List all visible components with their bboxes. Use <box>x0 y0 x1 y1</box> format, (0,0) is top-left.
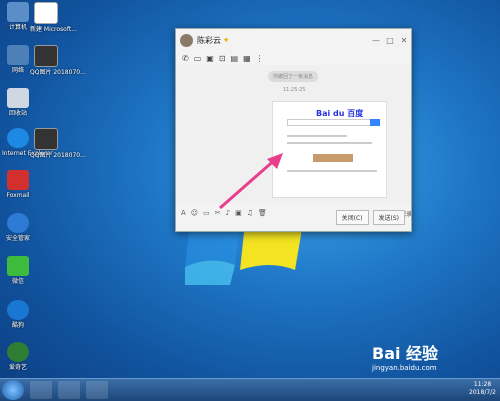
video-icon[interactable]: ▭ <box>194 54 202 63</box>
screenshot-thumbnail <box>313 154 353 162</box>
desktop-icon-kugou[interactable]: 酷狗 <box>2 300 34 329</box>
image-icon <box>34 45 58 67</box>
recycle-bin-icon <box>7 88 29 108</box>
system-message: 你撤回了一条消息 <box>268 71 319 82</box>
clock-time: 11:28 <box>473 381 492 388</box>
start-button[interactable] <box>2 380 24 400</box>
screenshot-search-button <box>370 119 380 126</box>
computer-icon <box>7 2 29 22</box>
annotation-arrow <box>219 153 283 210</box>
chat-messages: 你撤回了一条消息 11:25:25 Bai du 百度 <box>176 65 411 203</box>
clock[interactable]: 11:28 2018/7/2 <box>469 381 496 397</box>
desktop-icon-recycle-bin[interactable]: 回收站 <box>2 88 34 117</box>
chat-toolbar: ✆ ▭ ▣ ⊡ ▤ ▦ ⋮ <box>176 51 411 65</box>
ie-icon <box>7 128 29 148</box>
baidu-logo: Bai du 百度 <box>316 109 364 118</box>
taskbar-ie[interactable] <box>30 381 52 399</box>
file-icon[interactable]: ▤ <box>231 54 239 63</box>
font-icon[interactable]: A <box>181 209 186 217</box>
more-icon[interactable]: ⋮ <box>256 54 264 63</box>
screenshot-search-bar <box>287 119 375 126</box>
watermark-url: jingyan.baidu.com <box>372 364 437 372</box>
taskbar-app-2[interactable] <box>86 381 108 399</box>
desktop-icon-qq-image-1[interactable]: QQ图片 2018070... <box>30 45 86 76</box>
desktop-icon-iqiyi[interactable]: 爱奇艺 <box>2 342 34 371</box>
kugou-icon <box>7 300 29 320</box>
taskbar: 11:28 2018/7/2 <box>0 378 500 401</box>
message-time: 11:25:25 <box>283 87 306 93</box>
image-icon <box>34 128 58 150</box>
watermark-logo: Bai 经验 <box>372 344 439 363</box>
taskbar-app-1[interactable] <box>58 381 80 399</box>
desktop-icon-security[interactable]: 安全管家 <box>2 213 34 242</box>
security-icon <box>7 213 29 233</box>
iqiyi-icon <box>7 342 29 362</box>
screen-share-icon[interactable]: ▣ <box>206 54 214 63</box>
screenshot-line <box>287 135 347 137</box>
remote-icon[interactable]: ⊡ <box>219 54 226 63</box>
send-button[interactable]: 发送(S) <box>372 210 405 225</box>
network-icon <box>7 45 29 65</box>
clock-date: 2018/7/2 <box>469 389 496 396</box>
document-icon <box>34 2 58 24</box>
desktop-icon-new-doc[interactable]: 新建 Microsoft... <box>30 2 77 33</box>
star-icon: ★ <box>223 36 230 44</box>
chat-titlebar: 陈彩云 ★ — □ ✕ <box>176 29 411 51</box>
close-button[interactable]: 关闭(C) <box>335 210 369 225</box>
app-icon[interactable]: ▦ <box>243 54 251 63</box>
emoji-icon[interactable]: ☺ <box>191 209 198 217</box>
screenshot-line <box>287 170 377 172</box>
desktop-icon-qq-image-2[interactable]: QQ图片 2018070... <box>30 128 86 159</box>
desktop-icon-foxmail[interactable]: Foxmail <box>2 170 34 199</box>
foxmail-icon <box>7 170 29 190</box>
desktop-icon-wechat[interactable]: 微信 <box>2 256 34 285</box>
watermark: Bai 经验 jingyan.baidu.com <box>372 340 438 372</box>
screenshot-line <box>287 142 372 144</box>
avatar[interactable] <box>180 33 193 47</box>
close-icon[interactable]: ✕ <box>397 36 411 45</box>
chat-window: 陈彩云 ★ — □ ✕ ✆ ▭ ▣ ⊡ ▤ ▦ ⋮ 你撤回了一条消息 11:25… <box>175 28 412 232</box>
minimize-icon[interactable]: — <box>369 36 383 45</box>
wechat-icon <box>7 256 29 276</box>
gif-icon[interactable]: ▭ <box>203 209 210 217</box>
maximize-icon[interactable]: □ <box>383 36 397 45</box>
phone-icon[interactable]: ✆ <box>182 54 189 63</box>
chat-title: 陈彩云 <box>197 35 221 45</box>
